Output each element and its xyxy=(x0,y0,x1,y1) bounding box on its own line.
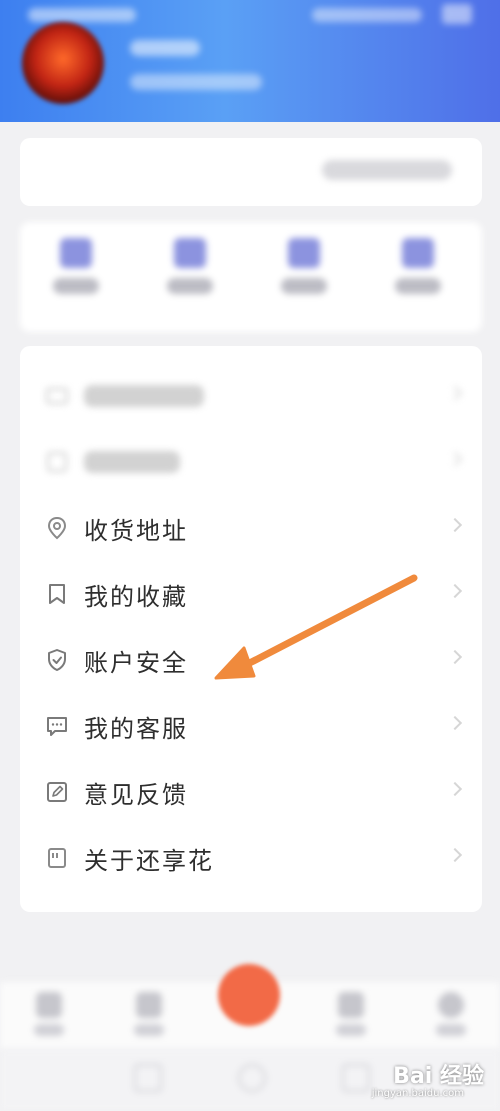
menu-item-label: 意见反馈 xyxy=(84,781,188,809)
order-status-icon xyxy=(174,238,206,268)
status-bar-left xyxy=(28,8,136,22)
menu-item-address[interactable]: 收货地址 xyxy=(20,496,482,562)
menu-item-label: 收货地址 xyxy=(84,517,188,545)
center-action-button[interactable] xyxy=(218,964,280,1026)
order-status-label xyxy=(281,278,327,294)
tab-label xyxy=(436,1024,466,1036)
bookmark-icon xyxy=(49,584,65,604)
cart-icon xyxy=(338,992,364,1018)
menu-item-label: 账户安全 xyxy=(84,649,188,677)
order-status-item[interactable] xyxy=(26,238,126,294)
order-status-item[interactable] xyxy=(368,238,468,294)
orders-card[interactable] xyxy=(20,138,482,206)
history-icon xyxy=(47,452,67,472)
chevron-right-icon xyxy=(447,649,463,665)
tab-cart[interactable] xyxy=(326,988,376,1044)
location-pin-icon xyxy=(47,516,67,540)
phone-number xyxy=(130,74,262,90)
order-status-item[interactable] xyxy=(254,238,354,294)
nav-back-icon[interactable] xyxy=(134,1064,162,1092)
username xyxy=(130,40,200,56)
nav-recents-icon[interactable] xyxy=(342,1064,370,1092)
category-icon xyxy=(136,992,162,1018)
menu-item-feedback[interactable]: 意见反馈 xyxy=(20,760,482,826)
order-status-label xyxy=(395,278,441,294)
edit-icon xyxy=(47,782,67,802)
home-icon xyxy=(36,992,62,1018)
menu-item-favorites[interactable]: 我的收藏 xyxy=(20,562,482,628)
menu-item-label: 我的客服 xyxy=(84,715,188,743)
chevron-right-icon xyxy=(447,847,463,863)
menu-item-label xyxy=(84,451,180,473)
tab-label xyxy=(134,1024,164,1036)
menu-item-account-security[interactable]: 账户安全 xyxy=(20,628,482,694)
order-status-label xyxy=(167,278,213,294)
tab-label xyxy=(336,1024,366,1036)
menu-item-label: 关于还享花 xyxy=(84,847,214,875)
chevron-right-icon xyxy=(447,583,463,599)
chevron-right-icon xyxy=(447,451,463,467)
order-status-row xyxy=(20,222,482,332)
card-icon xyxy=(46,388,68,404)
order-status-label xyxy=(53,278,99,294)
view-all-orders-link[interactable] xyxy=(322,160,452,180)
menu-item-history[interactable] xyxy=(20,430,482,496)
menu-list: 收货地址 我的收藏 账户安全 我的客服 意见反馈 关于还享花 xyxy=(20,346,482,912)
menu-item-label: 我的收藏 xyxy=(84,583,188,611)
chevron-right-icon xyxy=(447,385,463,401)
watermark-logo: Bai 经验 xyxy=(393,1064,484,1089)
order-status-item[interactable] xyxy=(140,238,240,294)
shield-icon xyxy=(48,649,66,671)
menu-item-label xyxy=(84,385,204,407)
order-status-icon xyxy=(402,238,434,268)
tab-category[interactable] xyxy=(124,988,174,1044)
watermark-url: jingyan.baidu.com xyxy=(371,1088,464,1099)
chevron-right-icon xyxy=(447,715,463,731)
profile-header xyxy=(0,0,500,122)
battery-icon xyxy=(442,4,472,24)
chat-icon xyxy=(47,717,67,736)
profile-icon xyxy=(438,992,464,1018)
tab-label xyxy=(34,1024,64,1036)
tab-profile[interactable] xyxy=(426,988,476,1044)
chevron-right-icon xyxy=(447,781,463,797)
nav-home-icon[interactable] xyxy=(238,1064,266,1092)
menu-item-about[interactable]: 关于还享花 xyxy=(20,826,482,892)
chevron-right-icon xyxy=(447,517,463,533)
avatar[interactable] xyxy=(22,22,104,104)
order-status-icon xyxy=(60,238,92,268)
tab-home[interactable] xyxy=(24,988,74,1044)
info-doc-icon xyxy=(48,848,66,868)
menu-item-customer-service[interactable]: 我的客服 xyxy=(20,694,482,760)
menu-item-cards[interactable] xyxy=(20,364,482,430)
status-bar-right xyxy=(312,8,422,22)
order-status-icon xyxy=(288,238,320,268)
